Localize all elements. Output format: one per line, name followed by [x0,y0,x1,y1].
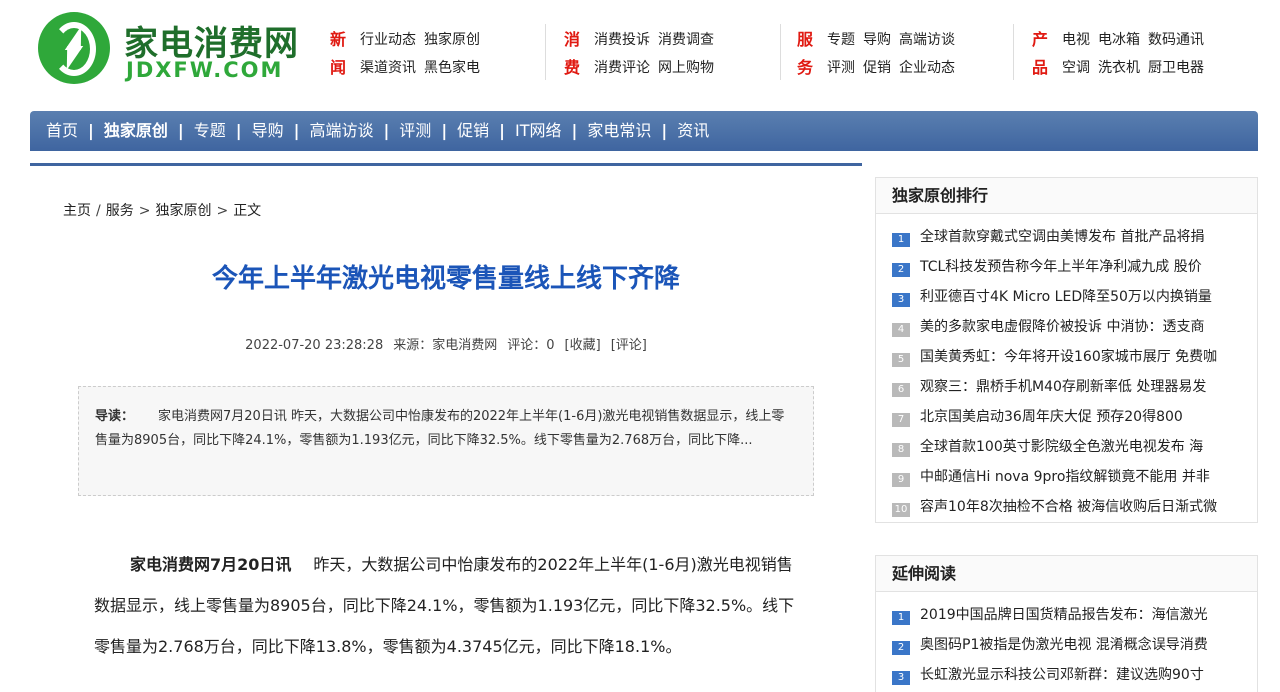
rank-item[interactable]: 10 容声10年8次抽检不合格 被海信收购后日渐式微 [892,492,1242,522]
rank-item[interactable]: 7 北京国美启动36周年庆大促 预存20得800 [892,402,1242,432]
rank-number: 4 [892,323,910,337]
lead-label: 导读： [95,409,135,424]
rank-item[interactable]: 6 观察三：鼎桥手机M40存刷新率低 处理器易发 [892,372,1242,402]
nav-link[interactable]: 电冰箱 [1098,32,1140,48]
rank-number: 6 [892,383,910,397]
nav-link[interactable]: 消费投诉 [594,32,650,48]
main-nav-bar: 首页 | 独家原创 | 专题 | 导购 | 高端访谈 | 评测 | 促销 | IT网络 | 家电常识 | 资讯 [30,111,1258,151]
main-nav-interview[interactable]: 高端访谈 [309,111,373,151]
main-nav-review[interactable]: 评测 [399,111,431,151]
comment-link[interactable]: [评论] [611,338,647,353]
article-main: 主页 / 服务 > 独家原创 > 正文 今年上半年激光电视零售量线上线下齐降 2022-07… [30,163,862,692]
nav-link[interactable]: 电视 [1062,32,1090,48]
divider [780,24,781,80]
nav-cat: 产品 [1032,30,1049,77]
rank-item[interactable]: 2 TCL科技发预告称今年上半年净利减九成 股价 [892,252,1242,282]
nav-link[interactable]: 评测 [827,60,855,76]
related-panel: 延伸阅读 1 2019中国品牌日国货精品报告发布：海信激光 2 奥图码P1被指是伪激… [875,555,1258,692]
logo-text-en: JDXFW.COM [126,58,284,82]
rank-number: 10 [892,503,910,517]
rank-item[interactable]: 9 中邮通信Hi nova 9pro指纹解锁竟不能用 并非 [892,462,1242,492]
rank-item[interactable]: 5 国美黄秀虹：今年将开设160家城市展厅 免费咖 [892,342,1242,372]
related-list: 1 2019中国品牌日国货精品报告发布：海信激光 2 奥图码P1被指是伪激光电视 混… [876,592,1257,690]
rank-number: 2 [892,263,910,277]
rank-number: 5 [892,353,910,367]
divider [1013,24,1014,80]
nav-link[interactable]: 数码通讯 [1148,32,1204,48]
divider [545,24,546,80]
rank-item[interactable]: 4 美的多款家电虚假降价被投诉 中消协：透支商 [892,312,1242,342]
rank-number: 7 [892,413,910,427]
breadcrumb-home[interactable]: 主页 [63,203,91,219]
nav-link[interactable]: 洗衣机 [1098,60,1140,76]
rank-number: 9 [892,473,910,487]
nav-link[interactable]: 导购 [863,32,891,48]
site-header: 家电消费网 JDXFW.COM 新闻 行业动态 独家原创 渠道资讯 黑色家电 消费 … [0,0,1280,105]
breadcrumb-current: 正文 [233,203,262,219]
related-number: 3 [892,671,910,685]
nav-link[interactable]: 促销 [863,60,891,76]
rank-number: 8 [892,443,910,457]
main-nav-home[interactable]: 首页 [46,111,78,151]
main-nav-news[interactable]: 资讯 [677,111,709,151]
rank-number: 3 [892,293,910,307]
rank-number: 1 [892,233,910,247]
breadcrumb-sub[interactable]: 独家原创 [155,203,211,219]
nav-link[interactable]: 厨卫电器 [1148,60,1204,76]
related-item[interactable]: 3 长虹激光显示科技公司邓新群：建议选购90寸 [892,660,1242,690]
main-nav-knowledge[interactable]: 家电常识 [587,111,651,151]
lightning-logo-icon [38,12,110,84]
nav-link[interactable]: 独家原创 [424,32,480,48]
related-title: 延伸阅读 [876,556,1257,592]
main-nav-promo[interactable]: 促销 [457,111,489,151]
breadcrumb-section[interactable]: 服务 [106,203,134,219]
article-date: 2022-07-20 23:28:28 [245,338,384,353]
main-nav-guide[interactable]: 导购 [252,111,284,151]
rank-title: 独家原创排行 [876,178,1257,214]
rank-item[interactable]: 3 利亚德百寸4K Micro LED降至50万以内换销量 [892,282,1242,312]
nav-cat: 新闻 [330,30,347,77]
main-nav-topics[interactable]: 专题 [194,111,226,151]
breadcrumb: 主页 / 服务 > 独家原创 > 正文 [63,203,262,219]
main-nav-original[interactable]: 独家原创 [104,111,168,151]
nav-group-service: 服务 专题 导购 高端访谈 评测 促销 企业动态 [797,26,997,82]
site-logo[interactable]: 家电消费网 JDXFW.COM [38,10,308,85]
nav-link[interactable]: 网上购物 [658,60,714,76]
rank-list: 1 全球首款穿戴式空调由美博发布 首批产品将捐 2 TCL科技发预告称今年上半年净利… [876,214,1257,522]
article-comment-count: 评论：0 [507,338,555,353]
lead-text: 家电消费网7月20日讯 昨天，大数据公司中怡康发布的2022年上半年(1-6月)… [95,409,785,448]
nav-group-news: 新闻 行业动态 独家原创 渠道资讯 黑色家电 [330,26,520,82]
article-source: 来源：家电消费网 [393,338,498,353]
nav-link[interactable]: 黑色家电 [424,60,480,76]
rank-panel: 独家原创排行 1 全球首款穿戴式空调由美博发布 首批产品将捐 2 TCL科技发预告称… [875,177,1258,523]
nav-link[interactable]: 专题 [827,32,855,48]
related-number: 1 [892,611,910,625]
nav-link[interactable]: 高端访谈 [899,32,955,48]
nav-group-consume: 消费 消费投诉 消费调查 消费评论 网上购物 [564,26,764,82]
article-lead: 导读： 家电消费网7月20日讯 昨天，大数据公司中怡康发布的2022年上半年(1-… [78,386,814,496]
nav-group-product: 产品 电视 电冰箱 数码通讯 空调 洗衣机 厨卫电器 [1032,26,1252,82]
nav-link[interactable]: 渠道资讯 [360,60,416,76]
article-title: 今年上半年激光电视零售量线上线下齐降 [211,264,680,294]
related-item[interactable]: 2 奥图码P1被指是伪激光电视 混淆概念误导消费 [892,630,1242,660]
nav-link[interactable]: 消费调查 [658,32,714,48]
body-lead: 家电消费网7月20日讯 [130,555,292,574]
nav-link[interactable]: 行业动态 [360,32,416,48]
nav-link[interactable]: 消费评论 [594,60,650,76]
nav-cat: 服务 [797,30,814,77]
nav-link[interactable]: 企业动态 [899,60,955,76]
rank-item[interactable]: 1 全球首款穿戴式空调由美博发布 首批产品将捐 [892,222,1242,252]
related-item[interactable]: 1 2019中国品牌日国货精品报告发布：海信激光 [892,600,1242,630]
related-number: 2 [892,641,910,655]
article-body: 家电消费网7月20日讯 昨天，大数据公司中怡康发布的2022年上半年(1-6月)激… [94,544,802,667]
rank-item[interactable]: 8 全球首款100英寸影院级全色激光电视发布 海 [892,432,1242,462]
main-nav-it[interactable]: IT网络 [515,111,562,151]
article-meta: 2022-07-20 23:28:28 来源：家电消费网 评论：0 [收藏] [评论] [30,334,862,353]
nav-cat: 消费 [564,30,581,77]
favorite-link[interactable]: [收藏] [565,338,601,353]
nav-link[interactable]: 空调 [1062,60,1090,76]
